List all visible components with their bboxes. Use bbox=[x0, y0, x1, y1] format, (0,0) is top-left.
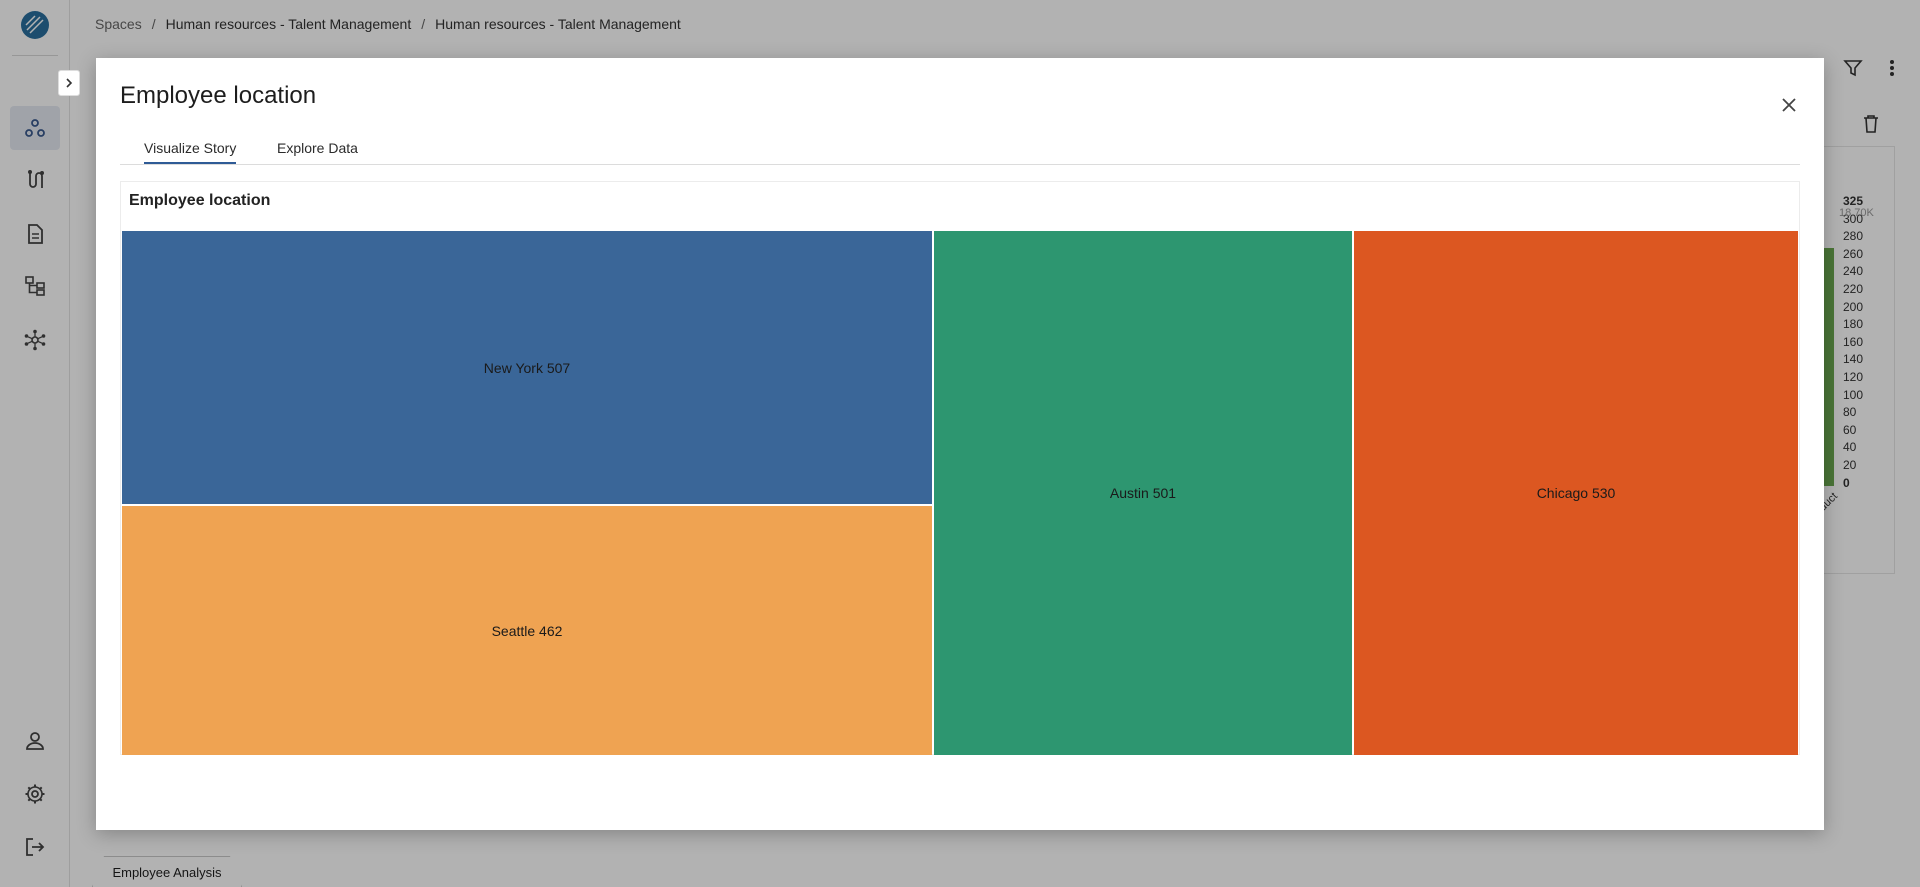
treemap-tile-seattle[interactable]: Seattle 462 bbox=[122, 506, 932, 755]
tab-explore-data[interactable]: Explore Data bbox=[277, 140, 358, 162]
tabs-divider bbox=[120, 164, 1800, 165]
expand-rail-button[interactable] bbox=[58, 70, 80, 96]
tab-visualize-story[interactable]: Visualize Story bbox=[144, 140, 237, 164]
story-modal: Employee location Visualize Story Explor… bbox=[96, 58, 1824, 830]
modal-tabs: Visualize Story Explore Data bbox=[96, 58, 1800, 165]
close-button[interactable] bbox=[1778, 94, 1800, 116]
chevron-right-icon bbox=[66, 78, 73, 88]
close-icon bbox=[1782, 98, 1796, 112]
treemap-tile-austin[interactable]: Austin 501 bbox=[934, 231, 1352, 755]
treemap-tile-new-york[interactable]: New York 507 bbox=[122, 231, 932, 504]
treemap-tile-chicago[interactable]: Chicago 530 bbox=[1354, 231, 1798, 755]
treemap-chart: New York 507 Seattle 462 Austin 501 Chicago… bbox=[122, 231, 1798, 755]
visualization-card: Employee location New York 507 Seattle 46… bbox=[120, 181, 1800, 755]
visualization-title: Employee location bbox=[129, 192, 271, 209]
